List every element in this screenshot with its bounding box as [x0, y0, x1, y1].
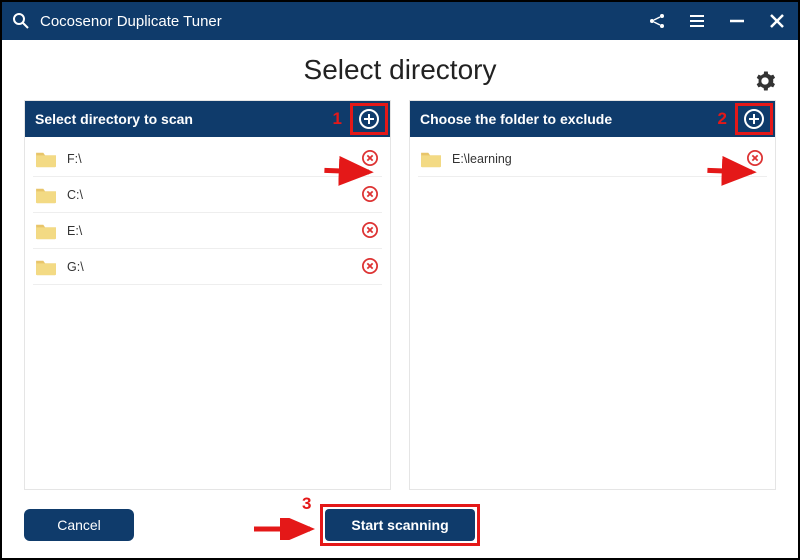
folder-icon — [35, 186, 57, 204]
heading-row: Select directory — [2, 40, 798, 100]
list-item[interactable]: F:\ — [33, 141, 382, 177]
path-label: G:\ — [67, 260, 362, 274]
path-label: E:\learning — [452, 152, 747, 166]
scan-panel-body: F:\ C:\ E:\ G:\ — [25, 137, 390, 489]
gear-icon — [754, 70, 776, 92]
path-label: E:\ — [67, 224, 362, 238]
list-item[interactable]: E:\learning — [418, 141, 767, 177]
exclude-panel: Choose the folder to exclude 2 E:\learni… — [409, 100, 776, 490]
minimize-icon[interactable] — [726, 10, 748, 32]
scan-panel-header: Select directory to scan 1 — [25, 101, 390, 137]
folder-icon — [35, 150, 57, 168]
add-scan-dir-button[interactable] — [350, 103, 388, 135]
panels: Select directory to scan 1 F:\C:\E:\G:\ … — [2, 100, 798, 500]
add-exclude-dir-button[interactable] — [735, 103, 773, 135]
annotation-marker-3: 3 — [302, 494, 311, 514]
folder-icon — [35, 258, 57, 276]
window-controls — [646, 10, 788, 32]
exclude-panel-header: Choose the folder to exclude 2 — [410, 101, 775, 137]
list-item[interactable]: G:\ — [33, 249, 382, 285]
plus-circle-icon — [358, 108, 380, 130]
footer: Cancel 3 Start scanning — [2, 500, 798, 558]
folder-icon — [420, 150, 442, 168]
plus-circle-icon — [743, 108, 765, 130]
app-window: Cocosenor Duplicate Tuner Select directo… — [0, 0, 800, 560]
list-item[interactable]: C:\ — [33, 177, 382, 213]
close-icon[interactable] — [766, 10, 788, 32]
app-logo-icon — [10, 10, 32, 32]
scan-panel-title: Select directory to scan — [35, 111, 193, 127]
titlebar: Cocosenor Duplicate Tuner — [2, 2, 798, 40]
menu-icon[interactable] — [686, 10, 708, 32]
list-item[interactable]: E:\ — [33, 213, 382, 249]
remove-item-button[interactable] — [362, 150, 380, 168]
path-label: F:\ — [67, 152, 362, 166]
remove-item-button[interactable] — [362, 186, 380, 204]
settings-button[interactable] — [754, 70, 776, 92]
scan-panel: Select directory to scan 1 F:\ C:\ E:\ G:\ — [24, 100, 391, 490]
remove-item-button[interactable] — [362, 222, 380, 240]
exclude-panel-title: Choose the folder to exclude — [420, 111, 612, 127]
cancel-button[interactable]: Cancel — [24, 509, 134, 541]
share-icon[interactable] — [646, 10, 668, 32]
page-title: Select directory — [304, 54, 497, 86]
start-highlight: Start scanning — [320, 504, 480, 546]
remove-item-button[interactable] — [747, 150, 765, 168]
annotation-marker-2: 2 — [718, 109, 727, 129]
annotation-marker-1: 1 — [333, 109, 342, 129]
folder-icon — [35, 222, 57, 240]
app-title: Cocosenor Duplicate Tuner — [40, 13, 646, 30]
exclude-panel-body: E:\learning — [410, 137, 775, 489]
start-scanning-button[interactable]: Start scanning — [325, 509, 475, 541]
path-label: C:\ — [67, 188, 362, 202]
annotation-arrow-icon — [250, 518, 320, 540]
remove-item-button[interactable] — [362, 258, 380, 276]
